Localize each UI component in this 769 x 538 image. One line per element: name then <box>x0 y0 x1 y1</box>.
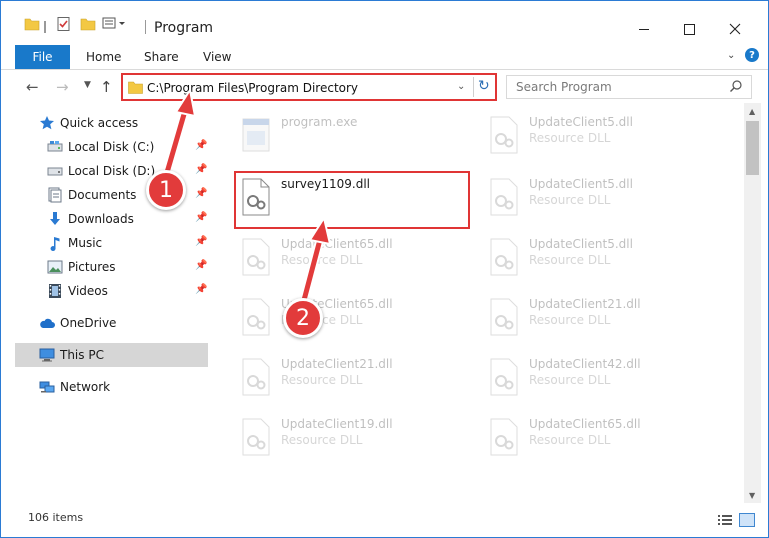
help-icon[interactable]: ? <box>745 48 759 62</box>
dll-file-icon <box>487 177 521 217</box>
pin-icon[interactable]: 📌 <box>195 284 207 295</box>
star-icon <box>39 115 55 131</box>
scrollbar-thumb[interactable] <box>746 121 759 175</box>
separator <box>145 20 146 34</box>
vertical-scrollbar[interactable]: ▲ ▼ <box>744 103 761 503</box>
dll-file-icon <box>239 357 273 397</box>
tab-share[interactable]: Share <box>144 50 179 64</box>
step-1-callout: 1 <box>146 170 186 210</box>
drive-icon <box>47 163 63 179</box>
sidebar-item-downloads[interactable]: Downloads 📌 <box>15 207 208 231</box>
tab-view[interactable]: View <box>203 50 231 64</box>
properties-icon[interactable] <box>55 14 73 34</box>
pin-icon[interactable]: 📌 <box>195 212 207 223</box>
executable-icon <box>239 115 273 155</box>
file-highlight-box <box>234 171 470 229</box>
details-view-icon[interactable] <box>717 513 733 527</box>
folder-icon[interactable] <box>23 14 41 34</box>
navigation-bar: ← → ▼ ↑ C:\Program Files\Program Directo… <box>1 71 768 103</box>
chevron-down-icon[interactable]: ▼ <box>84 80 91 90</box>
sidebar-item-quick-access[interactable]: Quick access <box>15 111 208 135</box>
chevron-down-icon[interactable]: ⌄ <box>457 81 465 92</box>
file-tile[interactable]: UpdateClient19.dll Resource DLL <box>233 411 473 467</box>
address-path: C:\Program Files\Program Directory <box>147 81 359 95</box>
close-icon[interactable] <box>713 14 757 44</box>
music-icon <box>47 235 63 252</box>
cloud-icon <box>39 315 55 331</box>
pictures-icon <box>47 259 63 275</box>
scroll-up-icon[interactable]: ▲ <box>749 107 755 116</box>
chevron-down-icon[interactable]: ⌄ <box>727 50 735 61</box>
videos-icon <box>47 283 63 299</box>
dll-file-icon <box>487 357 521 397</box>
explorer-window: Program File Home Share View ⌄ ? ← → ▼ ↑… <box>0 0 769 538</box>
scroll-down-icon[interactable]: ▼ <box>749 491 755 500</box>
sidebar-item-pictures[interactable]: Pictures 📌 <box>15 255 208 279</box>
pin-icon[interactable]: 📌 <box>195 164 207 175</box>
dll-file-icon <box>239 297 273 337</box>
file-tile[interactable]: UpdateClient65.dll Resource DLL <box>233 291 473 347</box>
separator <box>44 21 46 33</box>
drive-icon <box>47 139 63 155</box>
tab-file[interactable]: File <box>15 45 70 69</box>
sidebar-item-this-pc[interactable]: This PC <box>15 343 208 367</box>
maximize-icon[interactable] <box>667 14 711 44</box>
file-tile[interactable]: UpdateClient65.dll Resource DLL <box>481 411 721 467</box>
status-bar: 106 items <box>1 505 768 537</box>
file-tile[interactable]: UpdateClient5.dll Resource DLL <box>481 231 721 287</box>
file-tile[interactable]: UpdateClient42.dll Resource DLL <box>481 351 721 407</box>
pin-icon[interactable]: 📌 <box>195 140 207 151</box>
large-icons-view-icon[interactable] <box>739 513 755 527</box>
search-icon[interactable] <box>729 79 743 96</box>
forward-arrow-icon[interactable]: → <box>56 78 69 96</box>
sidebar-item-videos[interactable]: Videos 📌 <box>15 279 208 303</box>
dll-file-icon <box>487 237 521 277</box>
new-folder-icon[interactable] <box>79 14 97 34</box>
title-bar: Program <box>1 1 768 43</box>
divider <box>473 77 474 97</box>
up-arrow-icon[interactable]: ↑ <box>100 78 113 96</box>
sidebar-item-onedrive[interactable]: OneDrive <box>15 311 208 335</box>
file-tile[interactable]: UpdateClient5.dll Resource DLL <box>481 171 721 227</box>
dll-file-icon <box>487 115 521 155</box>
pin-icon[interactable]: 📌 <box>195 188 207 199</box>
computer-icon <box>39 347 55 363</box>
navigation-pane: Quick access Local Disk (C:) 📌 Local Dis… <box>1 109 211 504</box>
tab-home[interactable]: Home <box>86 50 121 64</box>
dll-file-icon <box>239 237 273 277</box>
file-tile[interactable]: UpdateClient21.dll Resource DLL <box>233 351 473 407</box>
folder-icon <box>128 80 143 97</box>
file-tile[interactable]: UpdateClient65.dll Resource DLL <box>233 231 473 287</box>
download-icon <box>47 211 63 227</box>
sidebar-item-music[interactable]: Music 📌 <box>15 231 208 255</box>
refresh-icon[interactable]: ↻ <box>478 78 490 94</box>
ribbon: File Home Share View ⌄ ? <box>1 44 768 70</box>
search-input[interactable]: Search Program <box>506 75 752 99</box>
step-2-callout: 2 <box>283 298 323 338</box>
window-title: Program <box>154 20 214 36</box>
dll-file-icon <box>487 417 521 457</box>
sidebar-item-local-disk-c[interactable]: Local Disk (C:) 📌 <box>15 135 208 159</box>
file-tile[interactable]: UpdateClient5.dll Resource DLL <box>481 109 721 165</box>
back-arrow-icon[interactable]: ← <box>26 78 39 96</box>
network-icon <box>39 379 55 395</box>
file-tile[interactable]: program.exe <box>233 109 473 165</box>
customize-toolbar-icon[interactable] <box>101 14 127 34</box>
dll-file-icon <box>487 297 521 337</box>
minimize-icon[interactable] <box>622 14 666 44</box>
dll-file-icon <box>239 417 273 457</box>
sidebar-item-network[interactable]: Network <box>15 375 208 399</box>
address-bar[interactable]: C:\Program Files\Program Directory ⌄ ↻ <box>121 73 497 101</box>
documents-icon <box>47 187 63 203</box>
pin-icon[interactable]: 📌 <box>195 260 207 271</box>
file-tile[interactable]: UpdateClient21.dll Resource DLL <box>481 291 721 347</box>
item-count: 106 items <box>28 511 84 524</box>
search-placeholder: Search Program <box>516 80 612 94</box>
pin-icon[interactable]: 📌 <box>195 236 207 247</box>
